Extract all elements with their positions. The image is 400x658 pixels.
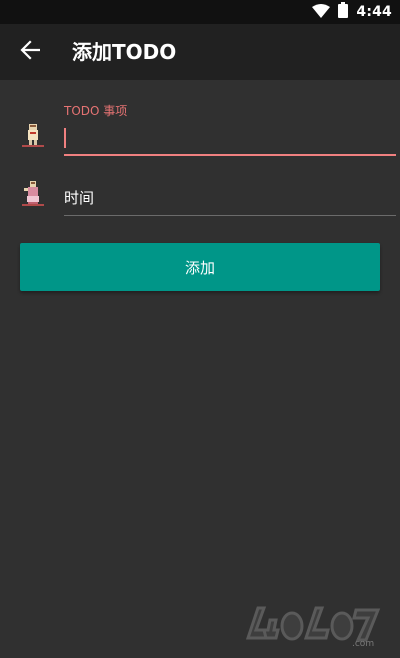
todo-input[interactable] (64, 122, 396, 154)
page-title: 添加TODO (72, 40, 177, 64)
back-button[interactable] (10, 32, 50, 72)
add-button[interactable]: 添加 (20, 243, 380, 291)
status-icons: 4:44 (312, 0, 392, 24)
time-field-underline (64, 215, 396, 216)
todo-field-row: TODO 事项 (0, 96, 400, 158)
status-bar: 4:44 (0, 0, 400, 24)
time-field-row: 时间 (0, 178, 400, 218)
todo-figure-icon (18, 122, 48, 152)
todo-input-wrap (64, 122, 396, 156)
screen: 4:44 添加TODO TODO 事项 时间 添加 .com (0, 0, 400, 658)
watermark-logo: .com (240, 598, 392, 652)
todo-input-underline (64, 154, 396, 156)
time-figure-icon (18, 180, 48, 210)
text-cursor (64, 128, 66, 148)
app-bar: 添加TODO (0, 24, 400, 80)
battery-icon (338, 2, 349, 22)
time-field[interactable]: 时间 (64, 182, 94, 214)
wifi-icon (312, 3, 331, 22)
svg-text:.com: .com (352, 639, 374, 649)
status-time: 4:44 (356, 4, 392, 20)
time-input-wrap[interactable]: 时间 (64, 182, 396, 216)
arrow-back-icon[interactable] (20, 40, 41, 64)
todo-field-label: TODO 事项 (64, 104, 128, 118)
